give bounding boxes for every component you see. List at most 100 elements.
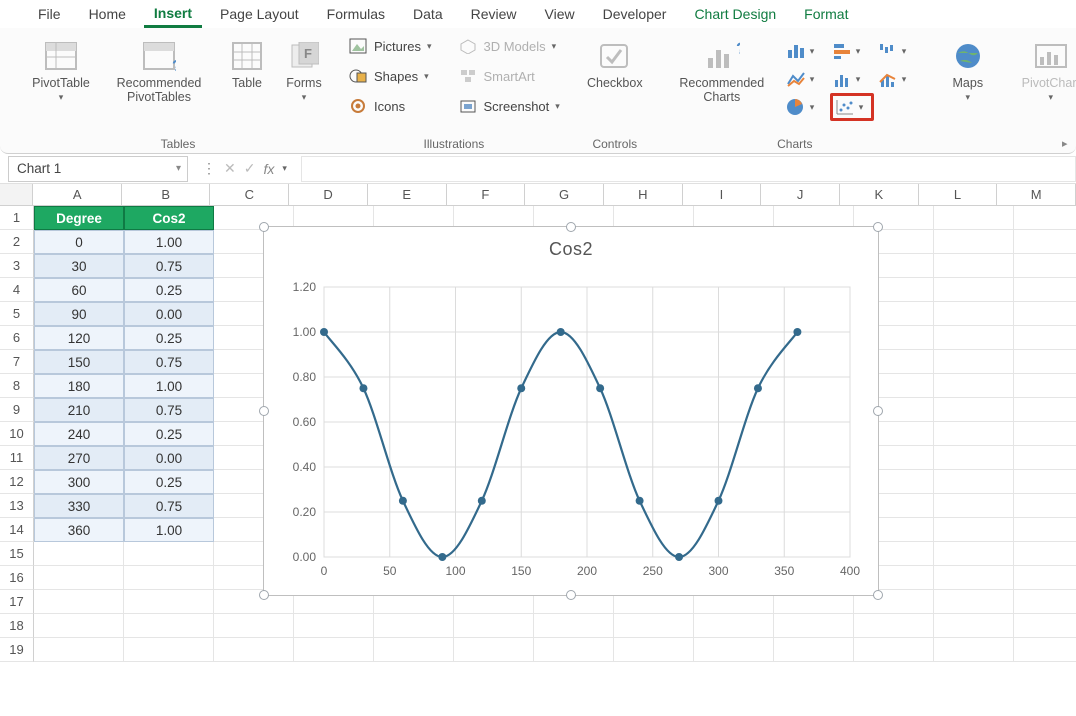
row-header-10[interactable]: 10 [0,422,34,446]
cell-B17[interactable] [124,590,214,614]
cell-L12[interactable] [934,470,1014,494]
row-header-14[interactable]: 14 [0,518,34,542]
column-header-G[interactable]: G [525,184,604,206]
cell-B1[interactable]: Cos2 [124,206,214,230]
resize-handle-e[interactable] [873,406,883,416]
cell-L16[interactable] [934,566,1014,590]
cell-L6[interactable] [934,326,1014,350]
cell-L2[interactable] [934,230,1014,254]
cell-A11[interactable]: 270 [34,446,124,470]
pivottable-button[interactable]: PivotTable ▾ [28,34,94,103]
name-box[interactable]: Chart 1▾ [8,156,188,182]
cell-L17[interactable] [934,590,1014,614]
chevron-down-icon[interactable]: ▾ [902,46,907,57]
cell-L1[interactable] [934,206,1014,230]
row-header-8[interactable]: 8 [0,374,34,398]
pictures-button[interactable]: Pictures ▾ [348,34,432,58]
cancel-icon[interactable]: ✕ [224,160,236,177]
cell-M16[interactable] [1014,566,1076,590]
cell-B2[interactable]: 1.00 [124,230,214,254]
cell-M7[interactable] [1014,350,1076,374]
cell-M15[interactable] [1014,542,1076,566]
cell-E19[interactable] [374,638,454,662]
cell-M3[interactable] [1014,254,1076,278]
cell-B10[interactable]: 0.25 [124,422,214,446]
tab-home[interactable]: Home [79,2,136,26]
resize-handle-nw[interactable] [259,222,269,232]
cell-B5[interactable]: 0.00 [124,302,214,326]
chevron-down-icon[interactable]: ▾ [176,163,181,174]
cell-A6[interactable]: 120 [34,326,124,350]
chevron-down-icon[interactable]: ▾ [810,46,815,57]
chevron-down-icon[interactable]: ▾ [282,163,287,174]
cell-F19[interactable] [454,638,534,662]
cell-A18[interactable] [34,614,124,638]
cell-A12[interactable]: 300 [34,470,124,494]
recommended-charts-button[interactable]: ? Recommended Charts [670,34,774,105]
cell-B12[interactable]: 0.25 [124,470,214,494]
chevron-down-icon[interactable]: ▾ [856,46,861,57]
resize-handle-s[interactable] [566,590,576,600]
cell-B7[interactable]: 0.75 [124,350,214,374]
shapes-button[interactable]: Shapes ▾ [348,64,432,88]
resize-handle-ne[interactable] [873,222,883,232]
row-header-17[interactable]: 17 [0,590,34,614]
column-header-L[interactable]: L [919,184,998,206]
cell-H19[interactable] [614,638,694,662]
row-header-15[interactable]: 15 [0,542,34,566]
cell-G19[interactable] [534,638,614,662]
screenshot-button[interactable]: Screenshot ▾ [458,94,560,118]
row-header-13[interactable]: 13 [0,494,34,518]
cell-B16[interactable] [124,566,214,590]
cell-A5[interactable]: 90 [34,302,124,326]
checkbox-button[interactable]: Checkbox [580,34,650,90]
cell-B18[interactable] [124,614,214,638]
chevron-down-icon[interactable]: ▾ [859,102,864,113]
cell-A2[interactable]: 0 [34,230,124,254]
tab-review[interactable]: Review [461,2,527,26]
tab-formulas[interactable]: Formulas [317,2,395,26]
cell-A4[interactable]: 60 [34,278,124,302]
row-header-16[interactable]: 16 [0,566,34,590]
cell-A15[interactable] [34,542,124,566]
options-icon[interactable]: ⋮ [202,160,216,177]
cell-M8[interactable] [1014,374,1076,398]
models3d-button[interactable]: 3D Models ▾ [458,34,560,58]
row-header-4[interactable]: 4 [0,278,34,302]
cell-L4[interactable] [934,278,1014,302]
cell-L15[interactable] [934,542,1014,566]
cell-H18[interactable] [614,614,694,638]
cell-B8[interactable]: 1.00 [124,374,214,398]
resize-handle-n[interactable] [566,222,576,232]
column-header-D[interactable]: D [289,184,368,206]
maps-button[interactable]: Maps ▾ [940,34,996,103]
cell-M9[interactable] [1014,398,1076,422]
cell-B11[interactable]: 0.00 [124,446,214,470]
cell-M10[interactable] [1014,422,1076,446]
cell-A19[interactable] [34,638,124,662]
combo-chart-button[interactable] [876,68,900,90]
tab-data[interactable]: Data [403,2,453,26]
column-header-H[interactable]: H [604,184,683,206]
charts-dialog-launcher[interactable]: ▸ [1062,137,1076,151]
cell-B6[interactable]: 0.25 [124,326,214,350]
row-header-7[interactable]: 7 [0,350,34,374]
line-chart-button[interactable] [784,68,808,90]
column-header-F[interactable]: F [447,184,526,206]
cell-M5[interactable] [1014,302,1076,326]
cell-M2[interactable] [1014,230,1076,254]
cell-C18[interactable] [214,614,294,638]
embedded-chart[interactable]: Cos2 0.000.200.400.600.801.001.200501001… [263,226,879,596]
column-header-E[interactable]: E [368,184,447,206]
column-header-J[interactable]: J [761,184,840,206]
column-chart-button[interactable] [784,40,808,62]
tab-page-layout[interactable]: Page Layout [210,2,309,26]
resize-handle-se[interactable] [873,590,883,600]
tab-view[interactable]: View [535,2,585,26]
cell-M11[interactable] [1014,446,1076,470]
resize-handle-w[interactable] [259,406,269,416]
cell-E18[interactable] [374,614,454,638]
cell-L5[interactable] [934,302,1014,326]
cell-M4[interactable] [1014,278,1076,302]
pivotchart-button[interactable]: PivotChart ▾ [1016,34,1076,103]
